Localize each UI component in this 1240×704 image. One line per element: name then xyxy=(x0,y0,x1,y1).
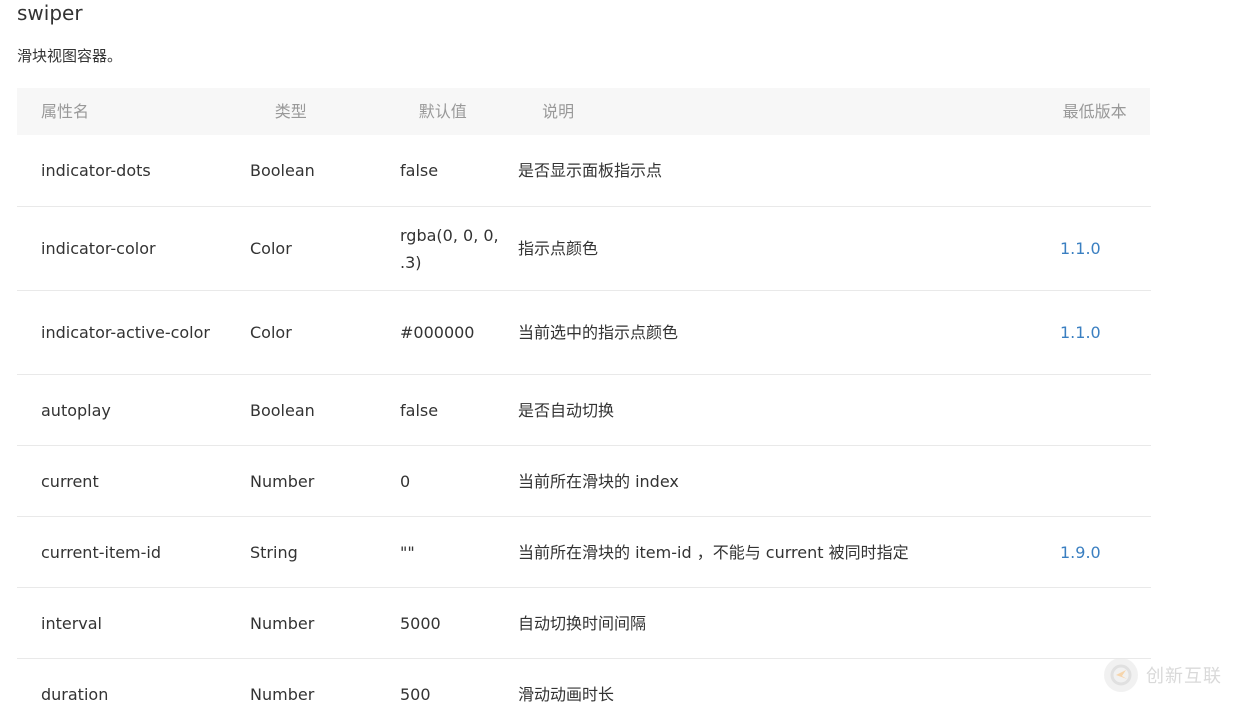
attr-default: false xyxy=(400,161,439,180)
attr-description: 指示点颜色 xyxy=(518,239,599,258)
attr-name: indicator-active-color xyxy=(41,323,210,342)
attr-type: Color xyxy=(250,323,292,342)
header-type: 类型 xyxy=(274,101,307,121)
header-version: 最低版本 xyxy=(1062,101,1127,121)
attr-type: Color xyxy=(250,239,292,258)
attr-type: Boolean xyxy=(250,400,315,420)
attr-name: autoplay xyxy=(41,400,111,420)
attr-name: indicator-color xyxy=(41,239,156,258)
table-row: indicator-active-color Color #000000 当前选… xyxy=(17,291,1151,375)
attr-name: indicator-dots xyxy=(41,161,151,180)
attr-type: Number xyxy=(250,471,315,491)
attr-description: 是否自动切换 xyxy=(518,400,615,420)
docs-page: swiper 滑块视图容器。 属性名 类型 默认值 说明 最低版本 indica… xyxy=(0,0,1240,704)
watermark-logo-icon xyxy=(1104,658,1138,692)
table-row: indicator-color Color rgba(0, 0, 0, .3) … xyxy=(17,207,1151,291)
attr-type: Boolean xyxy=(250,161,315,180)
attr-name: interval xyxy=(41,613,102,633)
attr-default: rgba(0, 0, 0, .3) xyxy=(400,225,499,272)
table-row: current Number 0 当前所在滑块的 index xyxy=(17,446,1151,517)
attr-version[interactable]: 1.9.0 xyxy=(1060,539,1151,566)
table-row: interval Number 5000 自动切换时间间隔 xyxy=(17,588,1151,659)
attr-name: current xyxy=(41,471,99,491)
header-default: 默认值 xyxy=(418,101,467,121)
table-row: duration Number 500 滑动动画时长 xyxy=(17,659,1151,704)
attr-default: #000000 xyxy=(400,323,475,342)
table-row: indicator-dots Boolean false 是否显示面板指示点 xyxy=(17,135,1151,207)
attr-default: 5000 xyxy=(400,613,441,633)
watermark-text: 创新互联 xyxy=(1146,666,1222,687)
attr-description: 是否显示面板指示点 xyxy=(518,161,663,180)
attr-description: 当前所在滑块的 item-id ，不能与 current 被同时指定 xyxy=(518,542,909,562)
table-header: 属性名 类型 默认值 说明 最低版本 xyxy=(17,88,1150,135)
page-description: 滑块视图容器。 xyxy=(17,47,123,65)
attr-name: current-item-id xyxy=(41,542,162,562)
attr-default: 500 xyxy=(400,685,431,704)
attr-name: duration xyxy=(41,685,109,704)
attr-version[interactable]: 1.1.0 xyxy=(1060,235,1151,262)
table-row: current-item-id String "" 当前所在滑块的 item-i… xyxy=(17,517,1151,588)
header-name: 属性名 xyxy=(41,101,90,121)
attr-default: 0 xyxy=(400,471,411,491)
attr-type: Number xyxy=(250,613,315,633)
header-description: 说明 xyxy=(542,101,575,121)
attr-description: 当前选中的指示点颜色 xyxy=(518,323,679,342)
attr-description: 滑动动画时长 xyxy=(518,685,615,704)
page-title: swiper xyxy=(17,1,83,25)
attr-default: false xyxy=(400,400,439,420)
attributes-table: 属性名 类型 默认值 说明 最低版本 indicator-dots Boolea… xyxy=(17,88,1151,704)
table-row: autoplay Boolean false 是否自动切换 xyxy=(17,375,1151,446)
watermark: 创新互联 xyxy=(1104,656,1234,694)
attr-default: "" xyxy=(400,542,415,562)
attr-description: 自动切换时间间隔 xyxy=(518,613,647,633)
attr-type: String xyxy=(250,542,298,562)
attr-type: Number xyxy=(250,685,315,704)
attr-description: 当前所在滑块的 index xyxy=(518,471,679,491)
attr-version[interactable]: 1.1.0 xyxy=(1060,319,1151,346)
